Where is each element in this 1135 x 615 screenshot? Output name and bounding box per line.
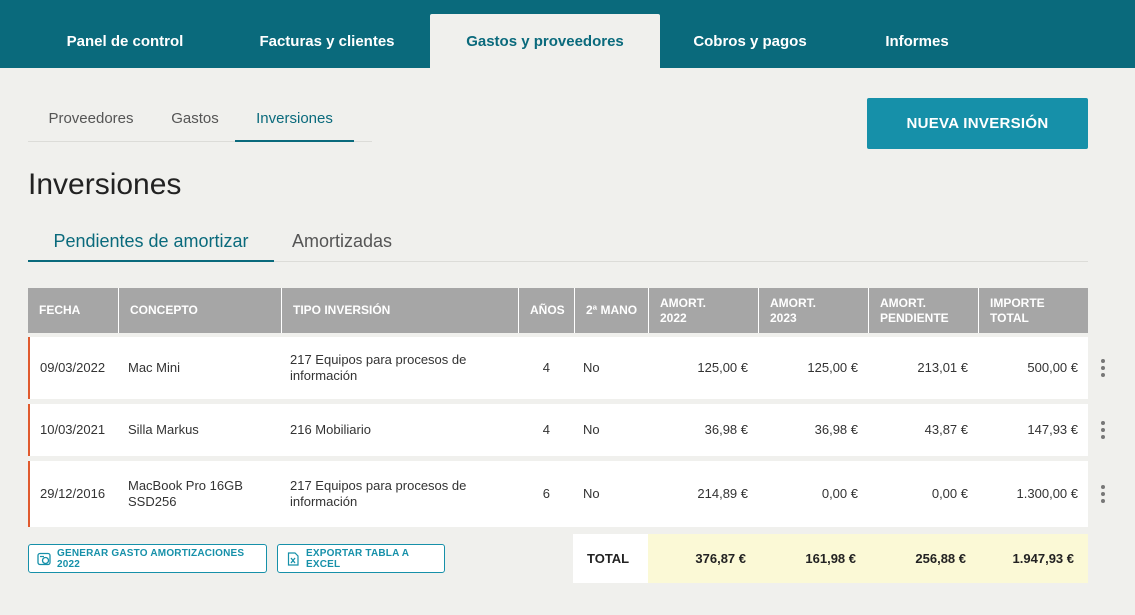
cell-importe-total: 1.300,00 € [1016, 486, 1078, 501]
table-row[interactable]: 29/12/2016 MacBook Pro 16GB SSD256 217 E… [28, 461, 1088, 527]
page-title: Inversiones [28, 168, 182, 201]
column-header-concepto[interactable]: CONCEPTO [118, 288, 281, 333]
tab-pendientes-de-amortizar[interactable]: Pendientes de amortizar [28, 222, 274, 262]
cell-segunda-mano: No [583, 360, 600, 375]
cell-concepto: Mac Mini [128, 360, 181, 375]
column-header-anos[interactable]: AÑOS [518, 288, 574, 333]
cell-concepto: Silla Markus [128, 422, 199, 437]
cell-amort-2023: 36,98 € [814, 422, 858, 437]
sub-navigation: Proveedores Gastos Inversiones [28, 98, 372, 142]
cell-tipo-inversion: 217 Equipos para procesos de información [290, 478, 467, 509]
investment-status-tabs: Pendientes de amortizar Amortizadas [28, 222, 1088, 262]
total-amort-2022: 376,87 € [648, 534, 758, 583]
column-header-segunda-mano[interactable]: 2ª MANO [574, 288, 648, 333]
cell-amort-2022: 214,89 € [697, 486, 748, 501]
cell-importe-total: 500,00 € [1027, 360, 1078, 375]
new-investment-button[interactable]: NUEVA INVERSIÓN [867, 98, 1088, 149]
subnav-proveedores[interactable]: Proveedores [36, 98, 146, 141]
tab-cobros-y-pagos[interactable]: Cobros y pagos [664, 14, 836, 68]
cell-amort-2023: 0,00 € [821, 486, 858, 501]
column-header-fecha[interactable]: FECHA [28, 288, 118, 333]
table-header: FECHA CONCEPTO TIPO INVERSIÓN AÑOS 2ª MA… [28, 288, 1088, 333]
kebab-icon[interactable] [1100, 421, 1106, 439]
table-row[interactable]: 10/03/2021 Silla Markus 216 Mobiliario 4… [28, 404, 1088, 456]
total-importe-total: 1.947,93 € [978, 534, 1088, 583]
export-excel-button[interactable]: EXPORTAR TABLA A EXCEL [277, 544, 445, 573]
column-header-amort-pendiente[interactable]: AMORT. PENDIENTE [868, 288, 978, 333]
tab-gastos-y-proveedores[interactable]: Gastos y proveedores [430, 14, 660, 68]
table-row[interactable]: 09/03/2022 Mac Mini 217 Equipos para pro… [28, 337, 1088, 399]
cell-amort-2022: 36,98 € [704, 422, 748, 437]
kebab-icon[interactable] [1100, 359, 1106, 377]
tab-informes[interactable]: Informes [854, 14, 980, 68]
kebab-icon[interactable] [1100, 485, 1106, 503]
generate-amortization-expense-button[interactable]: GENERAR GASTO AMORTIZACIONES 2022 [28, 544, 267, 573]
column-header-amort-2023[interactable]: AMORT. 2023 [758, 288, 868, 333]
cell-segunda-mano: No [583, 422, 600, 437]
cell-tipo-inversion: 216 Mobiliario [290, 422, 371, 437]
subnav-inversiones[interactable]: Inversiones [235, 98, 354, 142]
total-amort-2023: 161,98 € [758, 534, 868, 583]
cell-anos: 4 [542, 422, 550, 437]
column-header-tipo-inversion[interactable]: TIPO INVERSIÓN [281, 288, 518, 333]
subnav-gastos[interactable]: Gastos [160, 98, 230, 141]
top-navigation: Panel de control Facturas y clientes Gas… [0, 0, 1135, 68]
cell-concepto: MacBook Pro 16GB SSD256 [128, 478, 243, 509]
cell-anos: 6 [542, 486, 550, 501]
column-header-importe-total[interactable]: IMPORTE TOTAL [978, 288, 1088, 333]
total-label: TOTAL [587, 551, 630, 566]
cell-amort-pendiente: 43,87 € [924, 422, 968, 437]
column-header-amort-2022[interactable]: AMORT. 2022 [648, 288, 758, 333]
cell-importe-total: 147,93 € [1027, 422, 1078, 437]
cell-fecha: 09/03/2022 [40, 360, 106, 375]
cell-amort-pendiente: 213,01 € [917, 360, 968, 375]
cell-amort-pendiente: 0,00 € [931, 486, 968, 501]
coins-icon [37, 552, 51, 566]
cell-amort-2022: 125,00 € [697, 360, 748, 375]
cell-fecha: 10/03/2021 [40, 422, 106, 437]
excel-icon [287, 552, 299, 566]
cell-amort-2023: 125,00 € [807, 360, 858, 375]
cell-tipo-inversion: 217 Equipos para procesos de información [290, 352, 467, 383]
cell-segunda-mano: No [583, 486, 600, 501]
tab-facturas-y-clientes[interactable]: Facturas y clientes [228, 14, 426, 68]
export-button-label: EXPORTAR TABLA A EXCEL [306, 547, 409, 570]
generate-button-label: GENERAR GASTO AMORTIZACIONES 2022 [57, 547, 245, 570]
tab-panel-de-control[interactable]: Panel de control [38, 14, 212, 68]
cell-anos: 4 [542, 360, 550, 375]
tab-amortizadas[interactable]: Amortizadas [278, 222, 406, 261]
total-amort-pendiente: 256,88 € [868, 534, 978, 583]
cell-fecha: 29/12/2016 [40, 486, 106, 501]
totals-row: TOTAL 376,87 € 161,98 € 256,88 € 1.947,9… [573, 534, 1088, 583]
